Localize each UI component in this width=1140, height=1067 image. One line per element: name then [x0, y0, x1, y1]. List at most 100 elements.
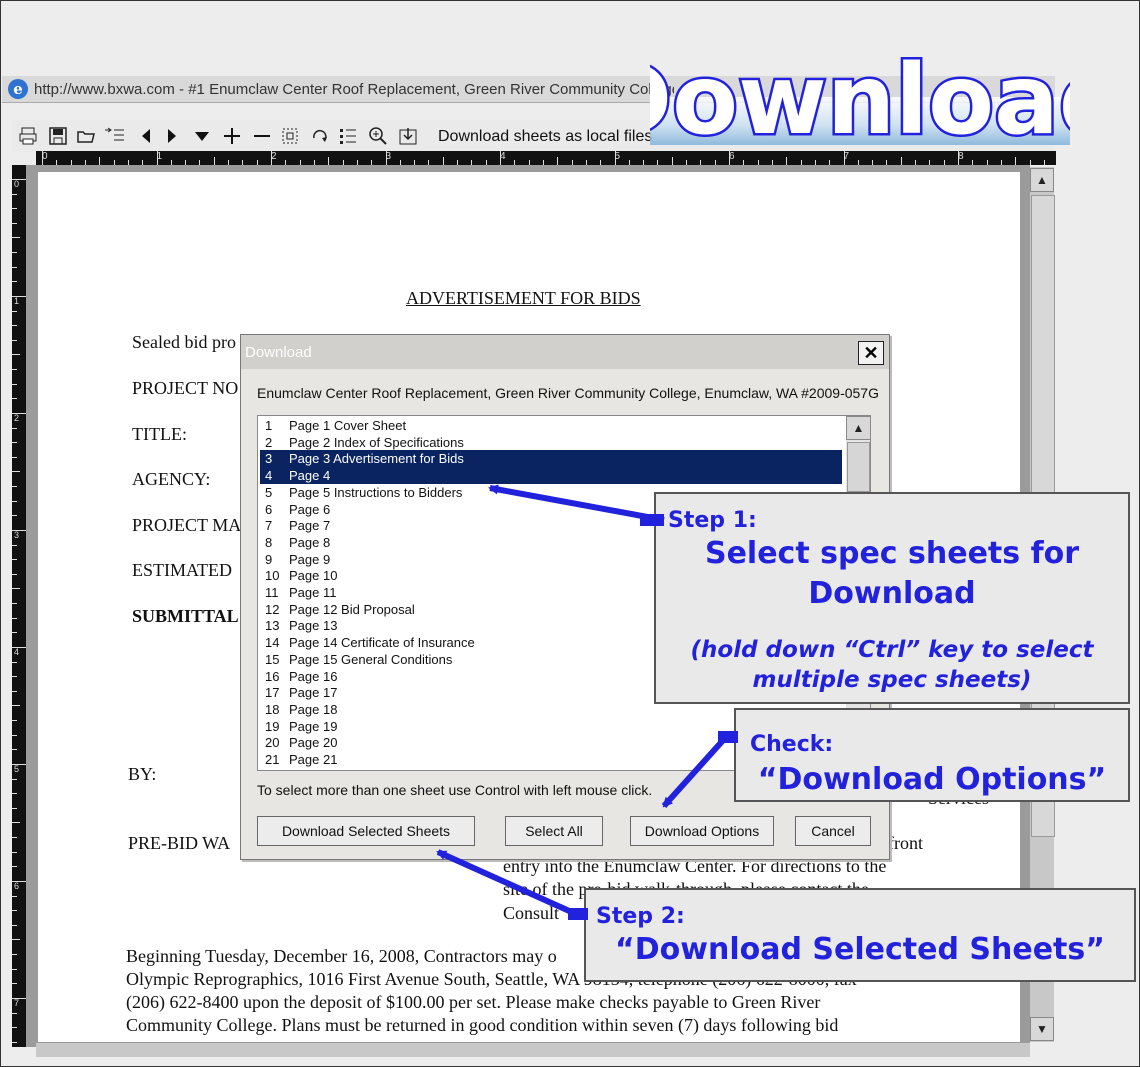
ruler-tick — [958, 151, 959, 165]
list-item[interactable]: 4 Page 4 — [260, 467, 842, 485]
step1-heading: Step 1: — [668, 508, 757, 533]
ruler-tick — [12, 939, 20, 941]
listbox-scroll-up-icon[interactable]: ▲ — [846, 416, 870, 440]
list-item-label: Page 8 — [289, 534, 331, 550]
list-item-label: Page 17 — [289, 685, 338, 701]
ruler-number: 0 — [14, 179, 20, 189]
ruler-tick — [12, 310, 17, 312]
ruler-tick — [12, 413, 26, 414]
list-item-number: 14 — [265, 635, 280, 651]
ruler-tick — [12, 559, 17, 561]
ruler-tick — [12, 866, 17, 868]
list-item-label: Page 5 Instructions to Bidders — [289, 484, 463, 500]
doc-line-prebid: PRE-BID WA — [128, 833, 231, 853]
horizontal-scrollbar[interactable] — [36, 1043, 1030, 1057]
list-item-label: Page 4 — [289, 468, 331, 484]
open-icon[interactable] — [76, 126, 96, 146]
ruler-tick — [12, 983, 17, 985]
doc-line-front: front — [888, 833, 923, 853]
vertical-ruler: 0 1 2 3 4 5 6 7 — [12, 165, 26, 1047]
ruler-tick — [12, 837, 17, 838]
ruler-number: 4 — [14, 647, 20, 657]
magnifier-icon[interactable] — [368, 126, 388, 146]
list-icon[interactable] — [338, 126, 358, 146]
scroll-down-icon[interactable]: ▼ — [1030, 1017, 1054, 1041]
ruler-tick — [12, 237, 20, 239]
doc-line-agency: AGENCY: — [132, 469, 211, 489]
download-icon[interactable] — [398, 126, 418, 146]
ruler-tick — [12, 778, 17, 780]
list-item-label: Page 13 — [289, 618, 338, 634]
download-selected-sheets-button[interactable]: Download Selected Sheets — [257, 816, 475, 846]
ruler-number: 7 — [14, 998, 20, 1008]
cancel-button[interactable]: Cancel — [795, 816, 871, 846]
save-icon[interactable] — [48, 126, 68, 146]
ruler-tick — [12, 208, 17, 210]
window-title: http://www.bxwa.com - #1 Enumclaw Center… — [34, 81, 674, 98]
list-item-label: Page 19 — [289, 718, 338, 734]
list-item-label: Page 11 — [289, 585, 337, 600]
list-item[interactable]: 1 Page 1 Cover Sheet — [260, 417, 842, 434]
ruler-tick — [12, 647, 26, 648]
ruler-number: 3 — [14, 530, 20, 540]
dialog-title-bar[interactable]: Download — [241, 335, 889, 369]
ruler-tick — [12, 749, 17, 751]
ruler-tick — [12, 573, 17, 575]
zoom-in-plus-icon[interactable] — [222, 126, 242, 146]
step1-callout: Step 1: Select spec sheets for Download … — [654, 492, 1130, 704]
doc-para-line-4: Community College. Plans must be returne… — [126, 1015, 839, 1035]
ruler-tick — [12, 851, 17, 853]
ruler-tick — [12, 222, 17, 224]
zoom-out-minus-icon[interactable] — [252, 126, 272, 146]
next-icon[interactable] — [164, 126, 180, 146]
ruler-tick — [12, 807, 17, 809]
check-heading: Check: — [750, 732, 834, 757]
list-item-number: 4 — [265, 468, 273, 484]
scroll-up-icon[interactable]: ▲ — [1030, 168, 1054, 192]
list-item-number: 9 — [265, 551, 273, 567]
listbox-scroll-thumb[interactable] — [847, 442, 870, 492]
list-item-number: 19 — [265, 718, 280, 734]
fit-icon[interactable] — [280, 126, 300, 146]
doc-line-by: BY: — [128, 764, 157, 784]
step2-text: “Download Selected Sheets” — [615, 932, 1105, 967]
ruler-tick — [12, 266, 17, 268]
ruler-tick — [12, 252, 17, 253]
list-item[interactable]: 2 Page 2 Index of Specifications — [260, 434, 842, 451]
download-options-button[interactable]: Download Options — [630, 816, 774, 846]
list-item-number: 3 — [265, 451, 273, 467]
ruler-tick — [671, 157, 673, 165]
list-item-label: Page 9 — [289, 551, 331, 567]
list-item-label: Page 1 Cover Sheet — [289, 418, 407, 433]
ruler-tick — [12, 968, 17, 970]
list-item-label: Page 6 — [289, 501, 331, 517]
prev-icon[interactable] — [138, 126, 154, 146]
ruler-tick — [12, 924, 17, 926]
ruler-tick — [12, 998, 26, 999]
list-item-number: 13 — [265, 618, 280, 634]
dropdown-icon[interactable] — [192, 126, 212, 146]
doc-line-project-no: PROJECT NO — [132, 378, 239, 398]
step2-callout: Step 2: “Download Selected Sheets” — [584, 888, 1136, 982]
ruler-tick — [42, 151, 43, 165]
check-text: “Download Options” — [757, 762, 1107, 797]
list-item[interactable]: 3 Page 3 Advertisement for Bids — [260, 450, 842, 468]
close-icon[interactable]: ✕ — [858, 341, 884, 365]
list-item-label: Page 14 Certificate of Insurance — [289, 635, 475, 651]
import-icon[interactable] — [104, 126, 126, 146]
rotate-icon[interactable] — [310, 126, 330, 146]
doc-para-line-1: Beginning Tuesday, December 16, 2008, Co… — [126, 946, 557, 966]
doc-line-sealed: Sealed bid pro — [132, 332, 236, 352]
ruler-number: 6 — [14, 881, 20, 891]
select-all-button[interactable]: Select All — [505, 816, 603, 846]
print-icon[interactable] — [18, 126, 38, 146]
download-banner: Download — [650, 45, 1070, 145]
ruler-tick — [12, 734, 17, 736]
ruler-tick — [12, 544, 17, 546]
list-item-number: 5 — [265, 484, 273, 500]
ruler-tick — [385, 151, 387, 165]
ruler-tick — [12, 456, 17, 458]
ruler-tick — [500, 151, 501, 165]
ruler-tick — [12, 193, 17, 195]
ruler-number: 1 — [14, 296, 20, 306]
